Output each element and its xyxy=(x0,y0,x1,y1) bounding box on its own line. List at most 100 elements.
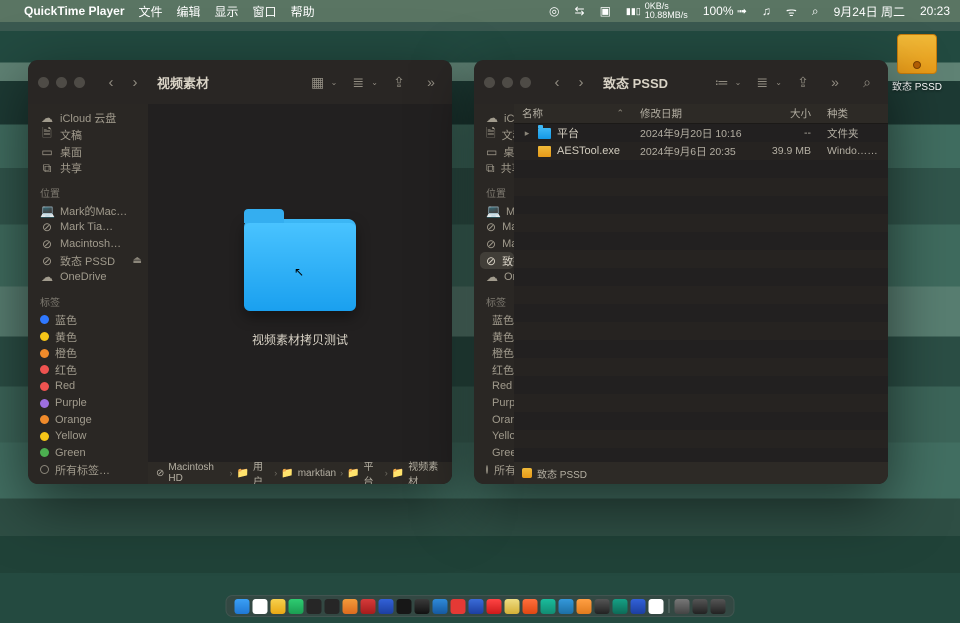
menu-window[interactable]: 窗口 xyxy=(253,3,277,20)
sidebar-item[interactable]: ⧉共享 xyxy=(480,160,514,177)
sidebar-item[interactable]: 🗎文稿 xyxy=(480,127,514,144)
sidebar-item[interactable]: ▭桌面 xyxy=(34,143,148,160)
share-button[interactable]: ⇪ xyxy=(388,74,410,91)
group-by-button[interactable]: ≣⌄ xyxy=(347,74,378,91)
table-row[interactable]: AESTool.exe2024年9月6日 20:3539.9 MBWindo…A… xyxy=(514,142,888,160)
sidebar-item[interactable]: ⊘Mark Tia… xyxy=(480,219,514,236)
col-header-size[interactable]: 大小 xyxy=(760,106,819,121)
nav-forward-button[interactable]: › xyxy=(571,72,591,92)
sidebar-item[interactable]: 蓝色 xyxy=(480,312,514,329)
view-mode-button[interactable]: ≔⌄ xyxy=(711,74,742,91)
dock-app[interactable] xyxy=(631,599,646,614)
dock-app[interactable] xyxy=(649,599,664,614)
sidebar-item[interactable]: ⊘致态 PSSD⏏ xyxy=(34,252,148,269)
sidebar-item[interactable]: 橙色 xyxy=(34,345,148,362)
dock-app[interactable] xyxy=(541,599,556,614)
dock-app[interactable] xyxy=(505,599,520,614)
file-list[interactable]: ▸平台2024年9月20日 10:16--文件夹AESTool.exe2024年… xyxy=(514,124,888,462)
sidebar-item[interactable]: Purple xyxy=(480,395,514,412)
sidebar-item[interactable]: ☁︎OneDrive xyxy=(34,269,148,286)
sidebar-item[interactable]: Green xyxy=(480,445,514,462)
dock-app[interactable] xyxy=(379,599,394,614)
sidebar-item[interactable]: 🗎文稿 xyxy=(34,127,148,144)
dock-app[interactable] xyxy=(469,599,484,614)
sidebar-item[interactable]: 红色 xyxy=(480,362,514,379)
dock-app[interactable] xyxy=(487,599,502,614)
menu-help[interactable]: 帮助 xyxy=(291,3,315,20)
path-segment[interactable]: 📁marktian xyxy=(281,468,336,479)
menu-view[interactable]: 显示 xyxy=(215,3,239,20)
more-button[interactable]: » xyxy=(420,74,442,90)
sidebar-item[interactable]: 💻Mark的Mac… xyxy=(34,203,148,220)
sidebar-item[interactable]: ☁︎iCloud 云盘 xyxy=(480,110,514,127)
sidebar-item[interactable]: Purple xyxy=(34,395,148,412)
desktop-drive[interactable]: 致态 PSSD xyxy=(890,34,944,93)
dock-app[interactable] xyxy=(451,599,466,614)
menu-file[interactable]: 文件 xyxy=(139,3,163,20)
dock-app[interactable] xyxy=(577,599,592,614)
sidebar-item[interactable]: ☁︎iCloud 云盘 xyxy=(34,110,148,127)
nav-back-button[interactable]: ‹ xyxy=(547,72,567,92)
dock-app[interactable] xyxy=(253,599,268,614)
sidebar-item[interactable]: 蓝色 xyxy=(34,312,148,329)
sidebar-item[interactable]: Yellow xyxy=(480,428,514,445)
traffic-minimize[interactable] xyxy=(56,77,67,88)
status-stage-icon[interactable]: ▣ xyxy=(600,4,611,18)
dock-app[interactable] xyxy=(271,599,286,614)
sidebar-item[interactable]: ⊘Mark Tia… xyxy=(34,219,148,236)
dock-app[interactable] xyxy=(361,599,376,614)
sidebar-item[interactable]: Green xyxy=(34,445,148,462)
eject-icon[interactable]: ⏏ xyxy=(133,255,142,266)
app-name[interactable]: QuickTime Player xyxy=(24,4,125,18)
dock-app[interactable] xyxy=(559,599,574,614)
dock-app[interactable] xyxy=(307,599,322,614)
sidebar-item[interactable]: Yellow xyxy=(34,428,148,445)
path-segment[interactable]: ⊘Macintosh HD xyxy=(156,462,226,484)
sidebar-item[interactable]: ▭桌面 xyxy=(480,143,514,160)
sidebar-item[interactable]: Orange xyxy=(34,411,148,428)
status-wifi-icon[interactable]: ᯤ xyxy=(786,3,797,20)
status-date[interactable]: 9月24日 周二 xyxy=(834,3,905,20)
search-button[interactable]: ⌕ xyxy=(856,74,878,91)
table-row[interactable]: ▸平台2024年9月20日 10:16--文件夹 xyxy=(514,124,888,142)
dock-app[interactable] xyxy=(433,599,448,614)
sidebar-item[interactable]: 橙色 xyxy=(480,345,514,362)
group-by-button[interactable]: ≣⌄ xyxy=(751,74,782,91)
disclosure-icon[interactable]: ▸ xyxy=(522,128,532,139)
path-bar[interactable]: ⊘Macintosh HD›📁用户›📁marktian›📁平台›📁视频素材 xyxy=(148,462,452,484)
status-music-icon[interactable]: ♫ xyxy=(762,4,771,18)
sidebar-item[interactable]: 黄色 xyxy=(34,328,148,345)
dock-app[interactable] xyxy=(711,599,726,614)
dock-app[interactable] xyxy=(415,599,430,614)
dock-app[interactable] xyxy=(675,599,690,614)
status-time[interactable]: 20:23 xyxy=(920,4,950,18)
status-record-icon[interactable]: ◎ xyxy=(549,4,559,18)
sidebar-item[interactable]: ☁︎OneDrive xyxy=(480,269,514,286)
sidebar-item[interactable]: Orange xyxy=(480,411,514,428)
status-battery[interactable]: 100% ➟ xyxy=(703,4,747,18)
dock[interactable] xyxy=(226,595,735,617)
traffic-close[interactable] xyxy=(484,77,495,88)
col-header-date[interactable]: 修改日期 xyxy=(632,106,760,121)
dock-app[interactable] xyxy=(289,599,304,614)
traffic-close[interactable] xyxy=(38,77,49,88)
traffic-minimize[interactable] xyxy=(502,77,513,88)
dock-app[interactable] xyxy=(325,599,340,614)
sidebar-item[interactable]: 黄色 xyxy=(480,328,514,345)
path-bar[interactable]: 致态 PSSD xyxy=(514,462,888,484)
more-button[interactable]: » xyxy=(824,74,846,90)
sidebar-item[interactable]: Red xyxy=(34,378,148,395)
view-mode-button[interactable]: ▦⌄ xyxy=(307,74,338,91)
nav-forward-button[interactable]: › xyxy=(125,72,145,92)
dock-app[interactable] xyxy=(235,599,250,614)
status-network[interactable]: ▮▮▯ 0KB/s 10.88MB/s xyxy=(626,2,688,20)
sidebar-item[interactable]: 所有标签… xyxy=(34,461,148,478)
icon-pane[interactable]: ↖ 视频素材拷贝测试 xyxy=(148,104,452,462)
sidebar-item[interactable]: ⊘Macintosh… xyxy=(34,236,148,253)
share-button[interactable]: ⇪ xyxy=(792,74,814,91)
sidebar-item[interactable]: ⊘致态 PSSD⏏ xyxy=(480,252,514,269)
sidebar-item[interactable]: ⊘Macintosh… xyxy=(480,236,514,253)
sidebar-item[interactable]: 所有标签… xyxy=(480,461,514,478)
sidebar-item[interactable]: Red xyxy=(480,378,514,395)
traffic-zoom[interactable] xyxy=(520,77,531,88)
